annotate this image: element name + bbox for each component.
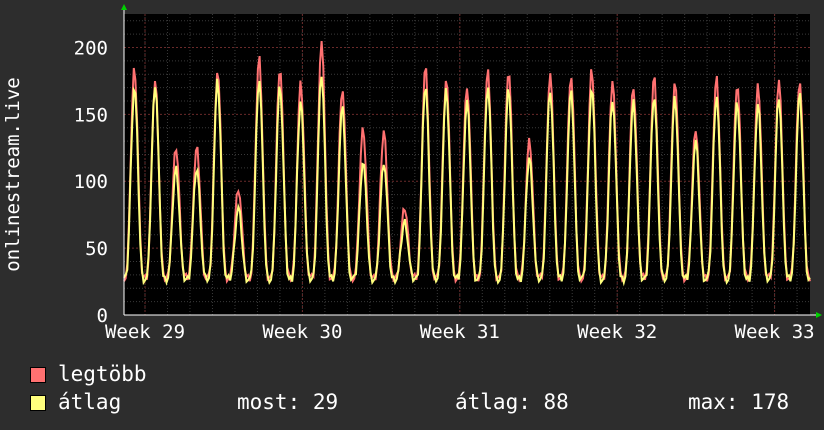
- x-axis-arrow: [816, 312, 822, 318]
- legend-swatch-atlag: [30, 395, 46, 411]
- legend: legtöbb átlag most: 29 átlag: 88 max: 17…: [0, 356, 824, 426]
- x-tick-label: Week 33: [735, 321, 815, 343]
- stat-max: max: 178: [688, 390, 789, 414]
- y-tick-label: 100: [74, 171, 108, 193]
- stat-max-label: max:: [688, 390, 739, 414]
- legend-label-legtobb: legtöbb: [58, 362, 147, 386]
- x-tick-label: Week 30: [262, 321, 342, 343]
- stat-most-label: most:: [237, 390, 301, 414]
- y-axis-arrow: [121, 4, 127, 10]
- y-tick-label: 50: [85, 238, 108, 260]
- stat-atlag: átlag: 88: [455, 390, 569, 414]
- x-tick-label: Week 31: [420, 321, 500, 343]
- legend-swatch-legtobb: [30, 367, 46, 383]
- stat-most-value: 29: [312, 390, 339, 414]
- y-tick-label: 150: [74, 104, 108, 126]
- y-axis-label: onlinestream.live: [2, 77, 24, 271]
- legend-label-atlag: átlag: [58, 390, 122, 414]
- stat-atlag-label: átlag:: [455, 390, 531, 414]
- y-tick-label: 200: [74, 37, 108, 59]
- x-tick-label: Week 29: [105, 321, 185, 343]
- line-chart: 050100150200Week 29 Week 30 Week 31 Week 32…: [2, 4, 822, 343]
- stat-most: most: 29: [237, 390, 338, 414]
- x-tick-label: Week 32: [577, 321, 657, 343]
- stat-atlag-value: 88: [543, 390, 569, 414]
- stat-max-value: 178: [751, 390, 790, 414]
